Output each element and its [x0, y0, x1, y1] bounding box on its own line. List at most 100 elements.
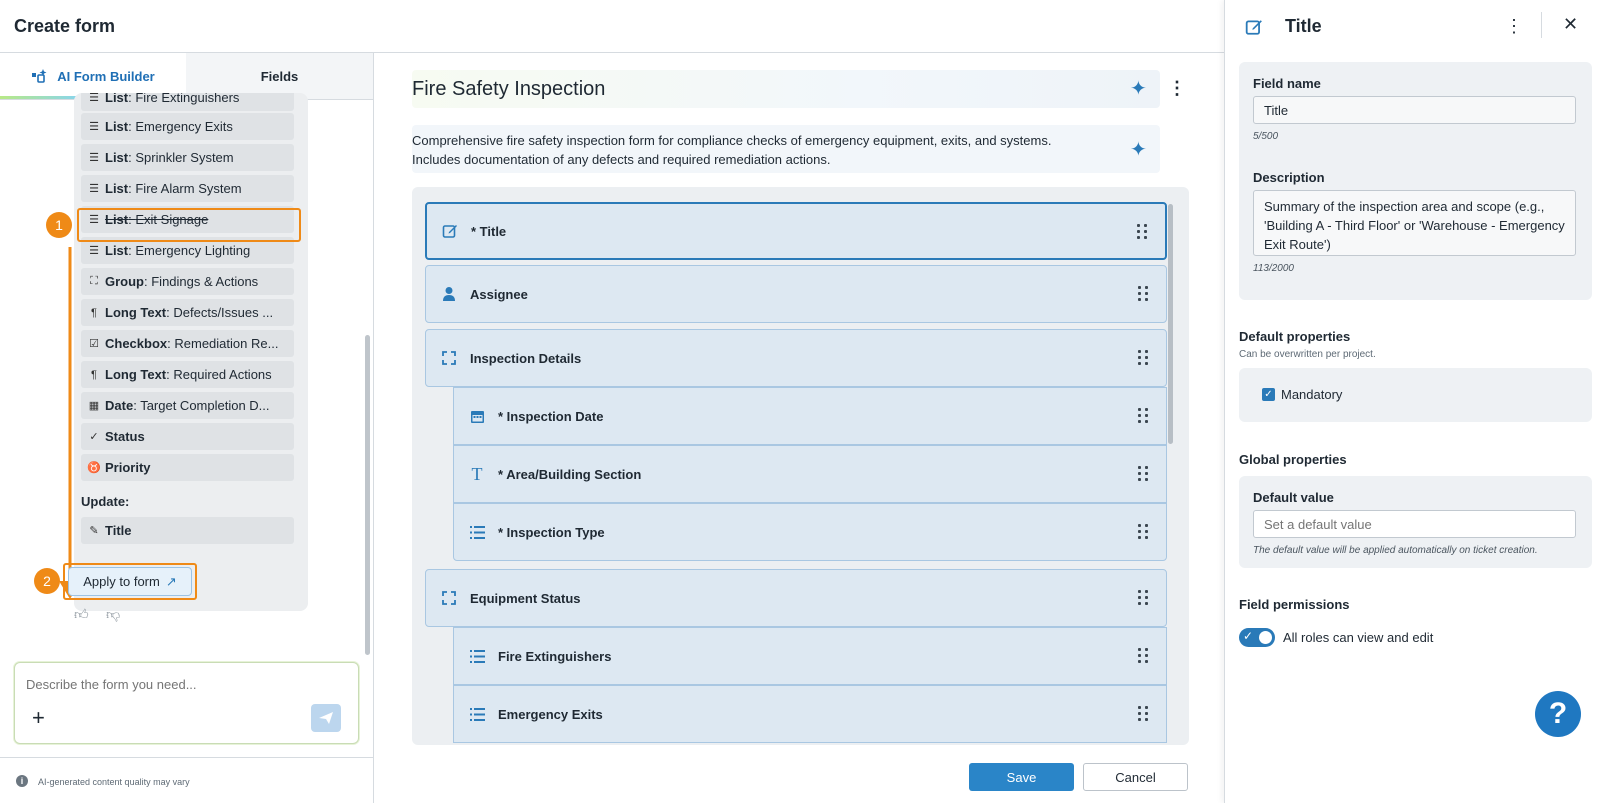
drag-handle-icon[interactable]: [1138, 590, 1148, 606]
form-description-box: Comprehensive fire safety inspection for…: [412, 125, 1160, 173]
divider: [1541, 12, 1542, 38]
field-properties-panel: Title ⋮ ✕ Field name Title 5/500 Descrip…: [1224, 0, 1600, 803]
send-button[interactable]: [311, 704, 341, 732]
panel-title: Title: [1285, 16, 1322, 36]
field-label: * Inspection Type: [498, 524, 605, 540]
list-item[interactable]: ☑ Checkbox: Remediation Re...: [81, 330, 294, 357]
form-fields-area: * Title Assignee Inspection Details * In…: [412, 187, 1189, 745]
group-icon: [440, 349, 458, 367]
default-value-label: Default value: [1253, 490, 1334, 505]
update-label: Update:: [81, 494, 130, 509]
list-icon: [468, 523, 486, 541]
ai-sparkle-icon[interactable]: ✦: [1130, 137, 1147, 162]
list-item[interactable]: ⛶ Group: Findings & Actions: [81, 268, 294, 295]
close-icon[interactable]: ✕: [1563, 14, 1578, 35]
save-button[interactable]: Save: [969, 763, 1074, 791]
drag-handle-icon[interactable]: [1138, 648, 1148, 664]
drag-handle-icon[interactable]: [1137, 224, 1147, 240]
top-bar: Create form: [0, 0, 1224, 53]
step-badge-2: 2: [34, 568, 60, 594]
item-type: List: [105, 181, 129, 196]
scrollbar[interactable]: [1168, 204, 1173, 444]
list-icon: ☰: [89, 152, 99, 164]
list-item[interactable]: ¶ Long Text: Defects/Issues ...: [81, 299, 294, 326]
drag-handle-icon[interactable]: [1138, 408, 1148, 424]
field-row-emergency-exits[interactable]: Emergency Exits: [453, 685, 1167, 743]
field-row-inspection-type[interactable]: * Inspection Type: [453, 503, 1167, 561]
more-options-icon[interactable]: ⋮: [1505, 16, 1523, 37]
person-icon: [440, 285, 458, 303]
item-name: Status: [105, 429, 145, 444]
priority-icon: ♉: [87, 462, 101, 474]
list-icon: ☰: [89, 93, 99, 104]
item-name: Sprinkler System: [135, 150, 234, 165]
help-button[interactable]: ?: [1535, 691, 1581, 737]
item-name: Findings & Actions: [151, 274, 259, 289]
item-type: Long Text: [105, 367, 167, 382]
drag-handle-icon[interactable]: [1138, 350, 1148, 366]
field-row-title[interactable]: * Title: [425, 202, 1167, 260]
paragraph-icon: ¶: [91, 368, 97, 381]
form-title[interactable]: Fire Safety Inspection: [412, 78, 605, 101]
thumbs-up-icon[interactable]: 👍︎: [74, 606, 89, 623]
drag-handle-icon[interactable]: [1138, 706, 1148, 722]
field-label: Equipment Status: [470, 590, 581, 606]
list-item[interactable]: ▦ Date: Target Completion D...: [81, 392, 294, 419]
field-label: Fire Extinguishers: [498, 648, 612, 664]
field-row-area-building-section[interactable]: T * Area/Building Section: [453, 445, 1167, 503]
cancel-button[interactable]: Cancel: [1083, 763, 1188, 791]
ai-sparkle-icon[interactable]: ✦: [1130, 76, 1147, 101]
page-title: Create form: [14, 16, 116, 36]
scrollbar[interactable]: [365, 335, 370, 655]
list-icon: [468, 705, 486, 723]
drag-handle-icon[interactable]: [1138, 466, 1148, 482]
description-textarea[interactable]: Summary of the inspection area and scope…: [1253, 190, 1576, 256]
add-attachment-button[interactable]: +: [32, 707, 45, 729]
field-name-label: Field name: [1253, 76, 1321, 91]
field-row-inspection-date[interactable]: * Inspection Date: [453, 387, 1167, 445]
list-item[interactable]: ☰ List: Fire Extinguishers: [81, 93, 294, 111]
drag-handle-icon[interactable]: [1138, 524, 1148, 540]
check-icon: ✓: [1243, 629, 1254, 643]
form-description[interactable]: Comprehensive fire safety inspection for…: [412, 131, 1102, 169]
list-item-update[interactable]: ✎ Title: [81, 517, 294, 544]
list-item[interactable]: ♉ Priority: [81, 454, 294, 481]
list-item[interactable]: ✓ Status: [81, 423, 294, 450]
apply-to-form-button[interactable]: Apply to form ↗: [68, 567, 192, 596]
field-name-input[interactable]: Title: [1253, 96, 1576, 124]
field-row-equipment-status[interactable]: Equipment Status: [425, 569, 1167, 627]
default-value-hint: The default value will be applied automa…: [1253, 545, 1538, 556]
permissions-label: All roles can view and edit: [1283, 630, 1434, 645]
default-value-card: Default value The default value will be …: [1239, 476, 1592, 568]
item-type: List: [105, 119, 129, 134]
tab-ai-form-builder-label: AI Form Builder: [57, 68, 155, 84]
paragraph-icon: ¶: [91, 306, 97, 319]
drag-handle-icon[interactable]: [1138, 286, 1148, 302]
thumbs-down-icon[interactable]: 👎︎: [106, 606, 120, 623]
permissions-toggle[interactable]: ✓: [1239, 628, 1275, 647]
item-type: List: [105, 93, 129, 105]
item-type: Group: [105, 274, 144, 289]
more-options-icon[interactable]: ⋮: [1168, 78, 1186, 99]
mandatory-checkbox[interactable]: ✓: [1262, 388, 1275, 401]
list-item[interactable]: ☰ List: Fire Alarm System: [81, 175, 294, 202]
list-item[interactable]: ☰ List: Emergency Exits: [81, 113, 294, 140]
highlight-removed-item: [77, 208, 301, 242]
mandatory-label: Mandatory: [1281, 387, 1343, 402]
list-item[interactable]: ¶ Long Text: Required Actions: [81, 361, 294, 388]
list-icon: ☰: [89, 121, 99, 133]
field-label: Inspection Details: [470, 350, 582, 366]
description-label: Description: [1253, 170, 1325, 185]
mandatory-card: ✓ Mandatory: [1239, 368, 1592, 422]
prompt-input[interactable]: [26, 677, 326, 692]
step-badge-1: 1: [46, 212, 72, 238]
field-row-fire-extinguishers[interactable]: Fire Extinguishers: [453, 627, 1167, 685]
list-item[interactable]: ☰ List: Sprinkler System: [81, 144, 294, 171]
default-value-input[interactable]: [1253, 510, 1576, 538]
check-icon: ✓: [89, 431, 99, 443]
ai-builder-icon: [32, 69, 47, 83]
calendar-icon: [468, 407, 486, 425]
field-row-assignee[interactable]: Assignee: [425, 265, 1167, 323]
field-row-inspection-details[interactable]: Inspection Details: [425, 329, 1167, 387]
description-counter: 113/2000: [1253, 263, 1294, 274]
